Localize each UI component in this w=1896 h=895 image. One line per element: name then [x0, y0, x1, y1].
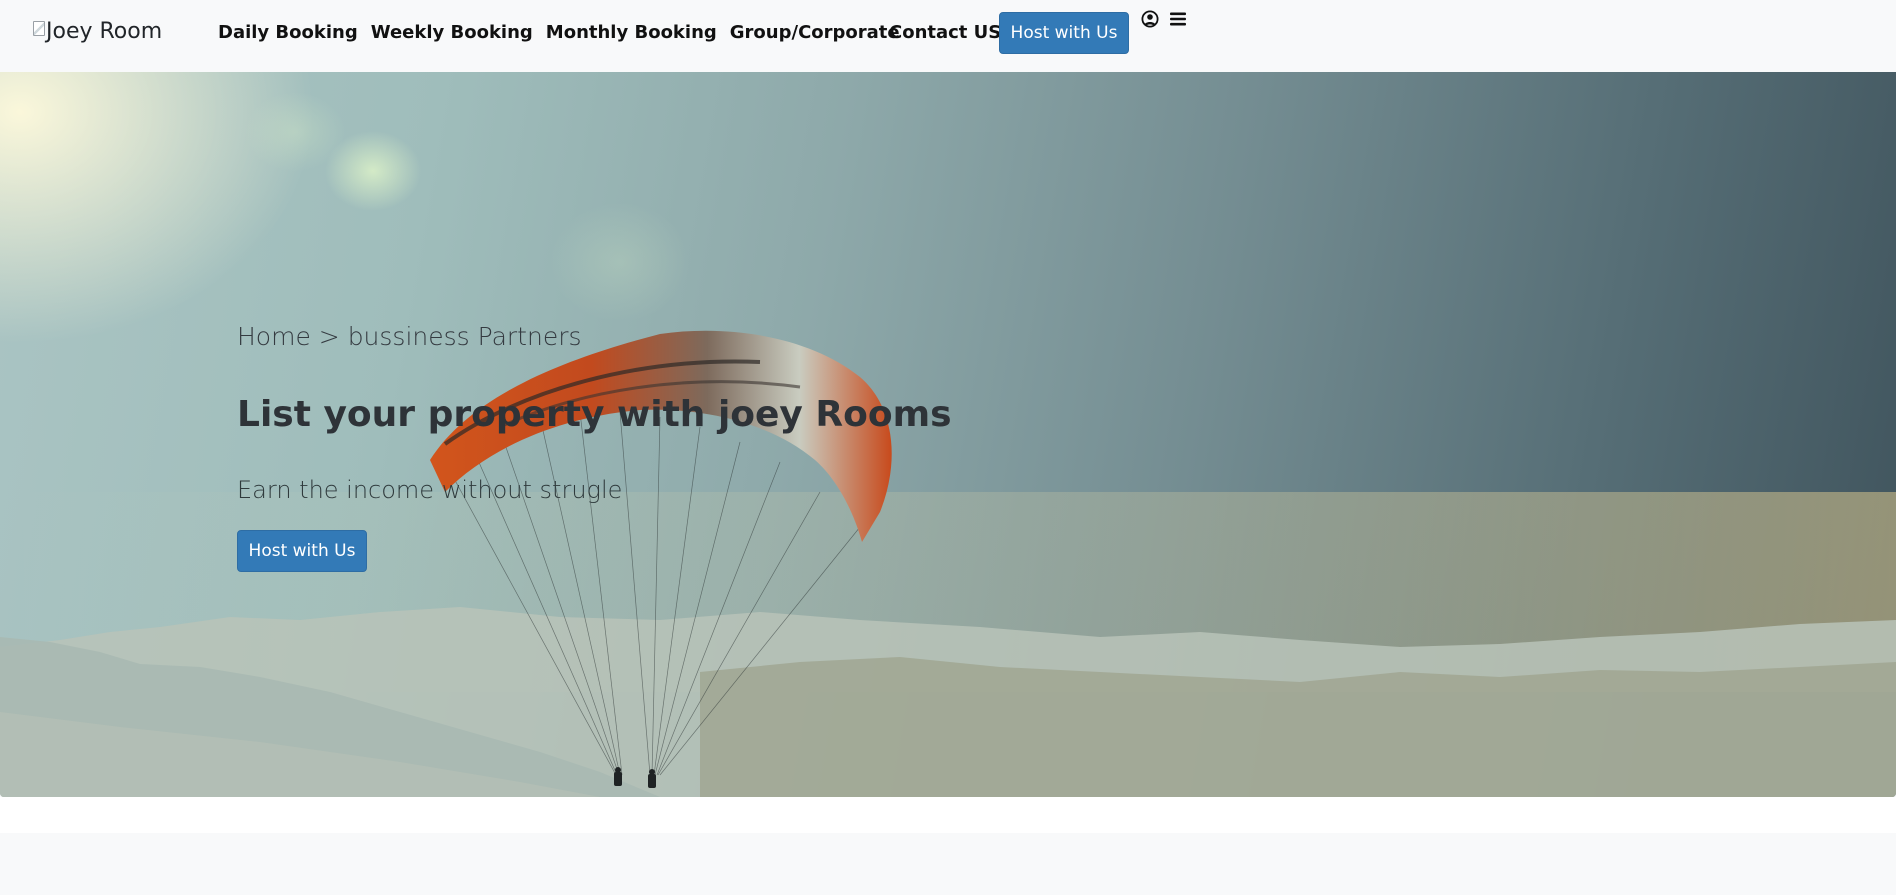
- nav-host-with-us-button[interactable]: Host with Us: [999, 12, 1129, 54]
- hero-subtitle: Earn the income without strugle: [237, 476, 623, 504]
- breadcrumb-separator: >: [318, 322, 340, 351]
- brand-logo[interactable]: Joey Room: [33, 19, 162, 44]
- breadcrumb: Home > bussiness Partners: [237, 322, 582, 351]
- user-circle-icon[interactable]: [1141, 10, 1159, 28]
- hero-title: List your property with joey Rooms: [237, 394, 952, 435]
- hero-host-with-us-button[interactable]: Host with Us: [237, 530, 367, 572]
- navbar: Joey Room Daily Booking Weekly Booking M…: [0, 0, 1896, 72]
- nav-link-contact-us[interactable]: Contact US: [889, 22, 1001, 43]
- nav-link-daily-booking[interactable]: Daily Booking: [218, 22, 358, 43]
- main-nav: Daily Booking Weekly Booking Monthly Boo…: [218, 22, 900, 43]
- hero-banner: Home > bussiness Partners List your prop…: [0, 72, 1896, 797]
- nav-link-group-corporate[interactable]: Group/Corporate: [730, 22, 900, 43]
- nav-link-monthly-booking[interactable]: Monthly Booking: [546, 22, 717, 43]
- nav-link-weekly-booking[interactable]: Weekly Booking: [371, 22, 533, 43]
- section-divider: [0, 797, 1896, 833]
- brand-logo-alt-text: Joey Room: [46, 19, 163, 44]
- breadcrumb-home[interactable]: Home: [237, 322, 311, 351]
- breadcrumb-current: bussiness Partners: [347, 322, 582, 351]
- hamburger-menu-icon[interactable]: [1170, 12, 1186, 26]
- broken-image-icon: [33, 21, 45, 36]
- page-content-area: [0, 833, 1896, 895]
